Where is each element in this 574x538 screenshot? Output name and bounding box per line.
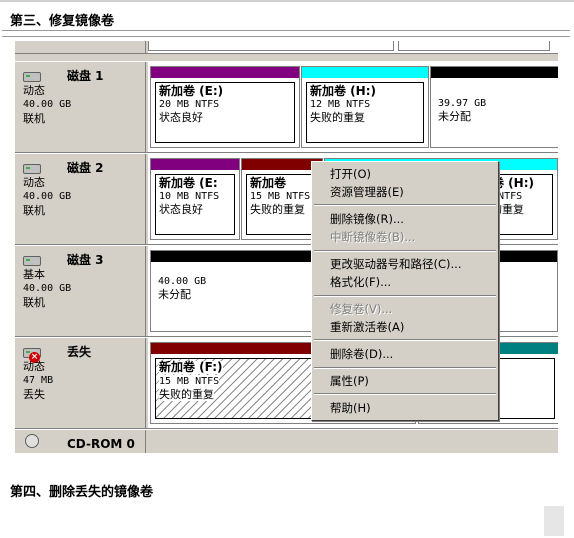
menu-separator [314, 339, 496, 341]
disk-info-1[interactable]: 磁盘 1 动态 40.00 GB 联机 [15, 62, 146, 152]
menu-item-break-mirror: 中断镜像卷(B)... [330, 230, 416, 244]
menu-separator [314, 295, 496, 297]
menu-separator [314, 204, 496, 206]
volume-area: 新加卷 (E:) 20 MB NTFS 状态良好 新加卷 (H:) 12 MB … [148, 62, 558, 152]
volume-color-bar [151, 67, 299, 78]
menu-item-remove-mirror[interactable]: 删除镜像(R)... [330, 211, 404, 227]
menu-item-help[interactable]: 帮助(H) [330, 400, 371, 416]
volume-block[interactable]: 新加卷 (E: 10 MB NTFS 状态良好 [150, 158, 240, 240]
section-heading-delete: 第四、删除丢失的镜像卷 [10, 485, 154, 500]
volume-name [438, 84, 556, 97]
menu-item-open[interactable]: 打开(O) [330, 166, 371, 182]
volume-previous[interactable] [398, 41, 550, 51]
volume-size: 39.97 GB [438, 98, 487, 109]
disk-name: 磁盘 1 [67, 69, 104, 83]
disk-status: 丢失 [23, 388, 45, 401]
disk-name: CD-ROM 0 [67, 437, 135, 451]
volume-name: 新加卷 (F:) [159, 360, 223, 374]
disk-row-1[interactable]: 磁盘 1 动态 40.00 GB 联机 新加卷 (E:) 20 MB NTFS … [15, 61, 558, 153]
volume-color-bar [431, 67, 558, 78]
volume-details: 新加卷 (E: 10 MB NTFS 状态良好 [155, 174, 235, 235]
disk-info-cdrom[interactable]: CD-ROM 0 [15, 430, 146, 453]
volume-size: 15 MB NTFS [159, 375, 220, 388]
menu-item-delete-volume[interactable]: 删除卷(D)... [330, 346, 393, 362]
disk-status: 联机 [23, 112, 45, 125]
volume-size: 15 MB NTFS [250, 191, 311, 202]
divider [2, 30, 570, 31]
disk-type: 动态 [23, 176, 45, 189]
menu-item-properties[interactable]: 属性(P) [330, 373, 369, 389]
volume-name: 新加卷 (E:) [159, 84, 224, 98]
disk-size: 40.00 GB [23, 283, 72, 294]
volume-details: 新加卷 (E:) 20 MB NTFS 状态良好 [155, 82, 295, 143]
volume-details: 新加卷 (H:) 12 MB NTFS 失败的重复 [306, 82, 424, 143]
context-menu: 打开(O) 资源管理器(E) 删除镜像(R)... 中断镜像卷(B)... 更改… [311, 161, 499, 421]
volume-status: 状态良好 [159, 203, 203, 216]
disk-size: 47 MB [23, 375, 54, 386]
menu-item-explorer[interactable]: 资源管理器(E) [330, 184, 404, 200]
disk-name: 磁盘 3 [67, 253, 104, 267]
volume-area-previous [148, 41, 558, 53]
volume-name: 新加卷 (E: [159, 176, 218, 190]
volume-block[interactable]: 新加卷 (E:) 20 MB NTFS 状态良好 [150, 66, 300, 148]
cdrom-icon [25, 434, 39, 448]
volume-name: 新加卷 [250, 176, 287, 190]
volume-status: 失败的重复 [159, 388, 214, 401]
disk-row-previous [15, 41, 558, 54]
scrollbar-fragment [544, 506, 564, 536]
volume-block[interactable]: 39.97 GB 未分配 [430, 66, 558, 148]
disk-name: 磁盘 2 [67, 161, 104, 175]
disk-info-previous [15, 41, 146, 53]
disk-type: 基本 [23, 268, 45, 281]
volume-area [148, 430, 558, 453]
menu-item-reactivate-volume[interactable]: 重新激活卷(A) [330, 319, 404, 335]
disk-icon [23, 164, 41, 174]
volume-status: 状态良好 [159, 111, 203, 124]
volume-status: 失败的重复 [250, 203, 305, 216]
menu-item-repair-volume: 修复卷(V)... [330, 302, 393, 316]
disk-icon [23, 72, 41, 82]
volume-block[interactable]: 新加卷 (H:) 12 MB NTFS 失败的重复 [301, 66, 429, 148]
page-top-border [0, 0, 574, 2]
disk-status: 联机 [23, 296, 45, 309]
volume-size: 20 MB NTFS [159, 99, 220, 110]
volume-color-bar [302, 67, 428, 78]
menu-item-format[interactable]: 格式化(F)... [330, 274, 391, 290]
menu-separator [314, 393, 496, 395]
volume-status: 未分配 [438, 110, 471, 123]
disk-name: 丢失 [67, 345, 92, 359]
divider [2, 36, 570, 37]
volume-details: 新加卷 15 MB NTFS 失败的重复 [246, 174, 318, 235]
disk-size: 40.00 GB [23, 191, 72, 202]
volume-color-bar [242, 159, 322, 170]
volume-size: 10 MB NTFS [159, 191, 220, 202]
disk-status: 联机 [23, 204, 45, 217]
disk-management-view: 磁盘 1 动态 40.00 GB 联机 新加卷 (E:) 20 MB NTFS … [15, 41, 558, 453]
disk-info-missing[interactable]: × 丢失 动态 47 MB 丢失 [15, 338, 146, 428]
disk-info-3[interactable]: 磁盘 3 基本 40.00 GB 联机 [15, 246, 146, 336]
volume-size: 12 MB NTFS [310, 99, 371, 110]
disk-row-cdrom[interactable]: CD-ROM 0 [15, 429, 558, 453]
volume-details: 39.97 GB 未分配 [435, 82, 558, 143]
section-heading-repair: 第三、修复镜像卷 [10, 14, 115, 29]
disk-type: 动态 [23, 84, 45, 97]
disk-size: 40.00 GB [23, 99, 72, 110]
disk-type: 动态 [23, 360, 45, 373]
volume-status: 失败的重复 [310, 111, 365, 124]
disk-info-2[interactable]: 磁盘 2 动态 40.00 GB 联机 [15, 154, 146, 244]
volume-name: 新加卷 (H:) [310, 84, 376, 98]
menu-separator [314, 367, 496, 369]
menu-item-change-drive-letter[interactable]: 更改驱动器号和路径(C)... [330, 256, 461, 272]
disk-icon [23, 256, 41, 266]
menu-separator [314, 250, 496, 252]
volume-color-bar [151, 159, 239, 170]
volume-previous[interactable] [148, 41, 394, 51]
